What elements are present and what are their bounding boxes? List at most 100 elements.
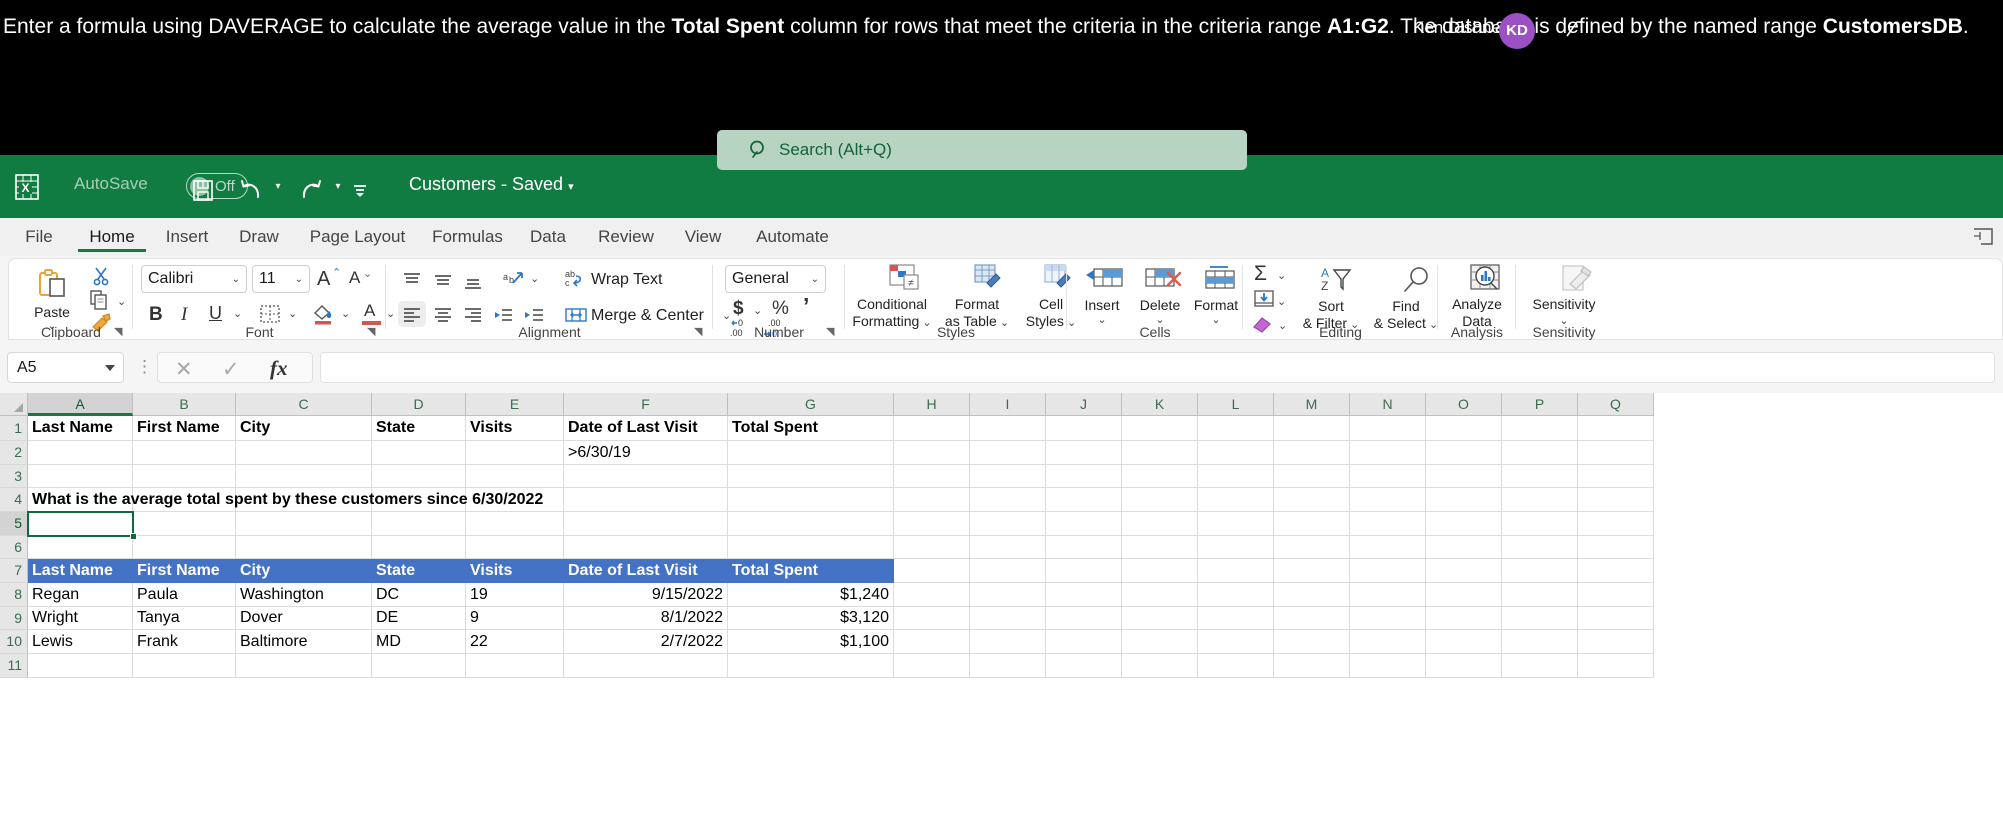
row-header-6[interactable]: 6 bbox=[0, 536, 28, 559]
cell-L9[interactable] bbox=[1198, 607, 1274, 630]
cell-M7[interactable] bbox=[1274, 559, 1350, 583]
orientation-button[interactable]: a b bbox=[498, 266, 528, 292]
cell-A5[interactable] bbox=[28, 512, 133, 536]
cell-L8[interactable] bbox=[1198, 583, 1274, 607]
spreadsheet-grid[interactable]: ABCDEFGHIJKLMNOPQ 1 2 3 4 5 6 7 8 9 10 11 Last Nam… bbox=[0, 393, 2003, 828]
analyze-data-button[interactable]: Analyze Data bbox=[1442, 263, 1512, 330]
cell-I5[interactable] bbox=[970, 512, 1046, 536]
cell-Q6[interactable] bbox=[1578, 536, 1654, 559]
column-header-D[interactable]: D bbox=[372, 393, 466, 416]
row-header-10[interactable]: 10 bbox=[0, 630, 28, 654]
cell-H7[interactable] bbox=[894, 559, 970, 583]
column-header-J[interactable]: J bbox=[1046, 393, 1122, 416]
cell-G9[interactable]: $3,120 bbox=[728, 607, 894, 630]
cell-O2[interactable] bbox=[1426, 441, 1502, 465]
cell-K10[interactable] bbox=[1122, 630, 1198, 654]
cell-B8[interactable]: Paula bbox=[133, 583, 236, 607]
save-icon[interactable] bbox=[188, 172, 218, 202]
underline-dropdown-caret[interactable]: ⌄ bbox=[233, 307, 242, 320]
cell-O7[interactable] bbox=[1426, 559, 1502, 583]
cell-M9[interactable] bbox=[1274, 607, 1350, 630]
cell-J2[interactable] bbox=[1046, 441, 1122, 465]
cell-B1[interactable]: First Name bbox=[133, 416, 236, 441]
row-header-7[interactable]: 7 bbox=[0, 559, 28, 583]
cell-H2[interactable] bbox=[894, 441, 970, 465]
cell-D5[interactable] bbox=[372, 512, 466, 536]
undo-icon[interactable] bbox=[236, 172, 266, 202]
grow-font-button[interactable]: A ⌃ bbox=[315, 266, 341, 292]
cell-G5[interactable] bbox=[728, 512, 894, 536]
row-header-9[interactable]: 9 bbox=[0, 607, 28, 630]
cell-A6[interactable] bbox=[28, 536, 133, 559]
cell-C8[interactable]: Washington bbox=[236, 583, 372, 607]
cell-P10[interactable] bbox=[1502, 630, 1578, 654]
formula-input[interactable] bbox=[320, 352, 1995, 383]
cell-A1[interactable]: Last Name bbox=[28, 416, 133, 441]
cell-P3[interactable] bbox=[1502, 465, 1578, 488]
cell-Q8[interactable] bbox=[1578, 583, 1654, 607]
row-header-2[interactable]: 2 bbox=[0, 441, 28, 465]
cell-E8[interactable]: 19 bbox=[466, 583, 564, 607]
cell-B3[interactable] bbox=[133, 465, 236, 488]
fill-caret[interactable]: ⌄ bbox=[1277, 295, 1286, 308]
cell-J4[interactable] bbox=[1046, 488, 1122, 512]
select-all-button[interactable] bbox=[0, 393, 28, 416]
cell-L10[interactable] bbox=[1198, 630, 1274, 654]
cell-D3[interactable] bbox=[372, 465, 466, 488]
cell-D10[interactable]: MD bbox=[372, 630, 466, 654]
cell-I3[interactable] bbox=[970, 465, 1046, 488]
cell-H8[interactable] bbox=[894, 583, 970, 607]
autosum-button[interactable]: Σ bbox=[1251, 263, 1277, 287]
cell-E3[interactable] bbox=[466, 465, 564, 488]
cell-Q7[interactable] bbox=[1578, 559, 1654, 583]
column-header-N[interactable]: N bbox=[1350, 393, 1426, 416]
cell-G4[interactable] bbox=[728, 488, 894, 512]
align-top-button[interactable] bbox=[398, 266, 426, 292]
cell-N11[interactable] bbox=[1350, 654, 1426, 678]
column-header-A[interactable]: A bbox=[28, 393, 133, 416]
cell-A10[interactable]: Lewis bbox=[28, 630, 133, 654]
insert-function-icon[interactable]: fx bbox=[270, 356, 288, 381]
cell-C9[interactable]: Dover bbox=[236, 607, 372, 630]
column-header-O[interactable]: O bbox=[1426, 393, 1502, 416]
cell-Q11[interactable] bbox=[1578, 654, 1654, 678]
cell-I4[interactable] bbox=[970, 488, 1046, 512]
cell-N9[interactable] bbox=[1350, 607, 1426, 630]
borders-dropdown-caret[interactable]: ⌄ bbox=[288, 307, 297, 320]
cell-C5[interactable] bbox=[236, 512, 372, 536]
cell-A11[interactable] bbox=[28, 654, 133, 678]
comma-button[interactable]: ’ bbox=[797, 295, 821, 321]
cell-G7[interactable]: Total Spent bbox=[728, 559, 894, 583]
cell-K11[interactable] bbox=[1122, 654, 1198, 678]
cell-M4[interactable] bbox=[1274, 488, 1350, 512]
cell-H10[interactable] bbox=[894, 630, 970, 654]
cell-I9[interactable] bbox=[970, 607, 1046, 630]
cell-B11[interactable] bbox=[133, 654, 236, 678]
cell-E5[interactable] bbox=[466, 512, 564, 536]
cell-A3[interactable] bbox=[28, 465, 133, 488]
cell-E1[interactable]: Visits bbox=[466, 416, 564, 441]
cell-P7[interactable] bbox=[1502, 559, 1578, 583]
tab-review[interactable]: Review bbox=[590, 218, 662, 256]
cell-D7[interactable]: State bbox=[372, 559, 466, 583]
paste-button[interactable]: Paste ⌄ bbox=[23, 265, 81, 332]
search-input[interactable]: Search (Alt+Q) bbox=[717, 130, 1247, 170]
cell-P6[interactable] bbox=[1502, 536, 1578, 559]
cell-C7[interactable]: City bbox=[236, 559, 372, 583]
column-header-H[interactable]: H bbox=[894, 393, 970, 416]
cell-J10[interactable] bbox=[1046, 630, 1122, 654]
cell-B9[interactable]: Tanya bbox=[133, 607, 236, 630]
cell-H4[interactable] bbox=[894, 488, 970, 512]
alignment-dialog-launcher[interactable]: ◥ bbox=[694, 325, 707, 338]
cell-P4[interactable] bbox=[1502, 488, 1578, 512]
align-middle-button[interactable] bbox=[429, 266, 457, 292]
clipboard-dialog-launcher[interactable]: ◥ bbox=[114, 325, 127, 338]
cell-J6[interactable] bbox=[1046, 536, 1122, 559]
font-family-input[interactable]: Calibri ⌄ bbox=[141, 265, 247, 293]
cell-I8[interactable] bbox=[970, 583, 1046, 607]
row-header-11[interactable]: 11 bbox=[0, 654, 28, 678]
cell-F3[interactable] bbox=[564, 465, 728, 488]
cell-K9[interactable] bbox=[1122, 607, 1198, 630]
cell-C11[interactable] bbox=[236, 654, 372, 678]
cut-button[interactable] bbox=[87, 265, 115, 289]
